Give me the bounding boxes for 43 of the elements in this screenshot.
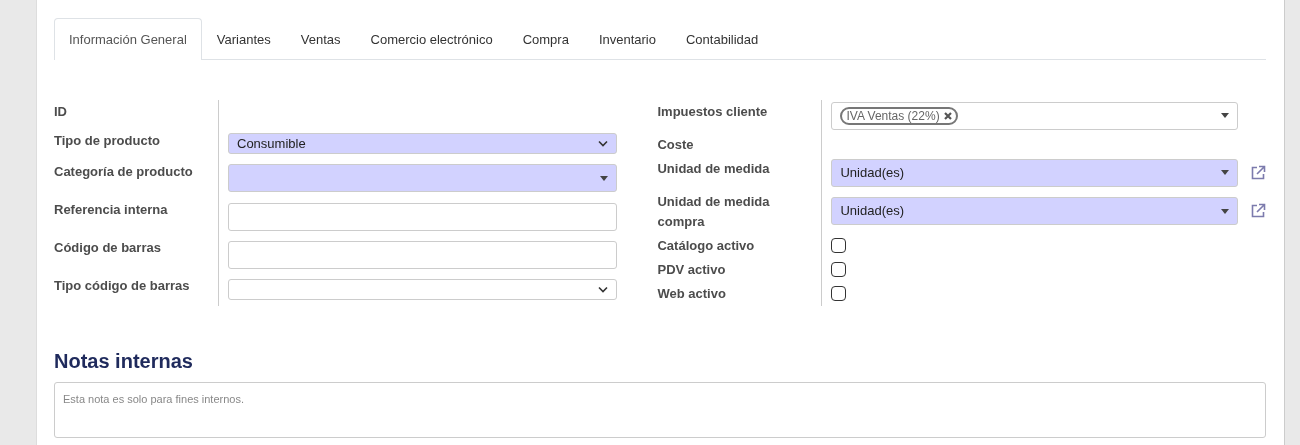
- caret-icon: [600, 175, 609, 181]
- field-label: Impuestos cliente: [657, 102, 769, 121]
- chevron-icon: [598, 140, 609, 148]
- dropdown-field[interactable]: Unidad(es): [831, 197, 1238, 225]
- caret-icon: [1221, 208, 1229, 214]
- checkbox[interactable]: [831, 237, 847, 253]
- tab[interactable]: Compra: [507, 18, 584, 60]
- field-label: Tipo de producto: [54, 131, 161, 150]
- field-label: Unidad de medida: [657, 159, 771, 178]
- chevron-icon: [598, 285, 609, 293]
- tab[interactable]: Ventas: [285, 18, 356, 60]
- select-field[interactable]: Consumible: [228, 133, 618, 155]
- tag-label: IVA Ventas (22%): [846, 108, 940, 123]
- tab[interactable]: Contabilidad: [670, 18, 774, 60]
- field-label: Categoría de producto: [54, 162, 194, 181]
- input-field[interactable]: [228, 202, 618, 231]
- remove-icon: [943, 111, 952, 120]
- field-label: Unidad de medida compra: [657, 192, 771, 231]
- checkbox[interactable]: [831, 285, 847, 301]
- field-label: Tipo código de barras: [54, 277, 191, 296]
- caret-icon: [1221, 170, 1229, 175]
- field-label: PDV activo: [657, 260, 727, 279]
- select-field[interactable]: [228, 278, 618, 300]
- field-label: Catálogo activo: [657, 236, 756, 255]
- notes-field[interactable]: Esta nota es solo para fines internos.: [54, 381, 1266, 438]
- tab[interactable]: Comercio electrónico: [355, 18, 508, 60]
- tags-field[interactable]: IVA Ventas (22%): [831, 101, 1238, 130]
- dropdown-field[interactable]: Unidad(es): [831, 158, 1238, 187]
- input-field[interactable]: [228, 240, 618, 269]
- external-link-icon[interactable]: [1250, 164, 1266, 181]
- tab[interactable]: Variantes: [201, 18, 286, 60]
- field-label: ID: [54, 102, 68, 121]
- field-label: Coste: [657, 135, 695, 154]
- tab[interactable]: Información General: [54, 18, 202, 60]
- field-label: Referencia interna: [54, 201, 169, 219]
- field-label: Web activo: [657, 284, 727, 303]
- section-heading: Notas internas: [54, 348, 194, 374]
- external-link-icon[interactable]: [1250, 203, 1266, 219]
- checkbox[interactable]: [831, 261, 847, 277]
- tab[interactable]: Inventario: [583, 18, 671, 60]
- field-label: Código de barras: [54, 239, 162, 258]
- dropdown-field[interactable]: [228, 164, 618, 193]
- caret-icon: [1221, 113, 1229, 118]
